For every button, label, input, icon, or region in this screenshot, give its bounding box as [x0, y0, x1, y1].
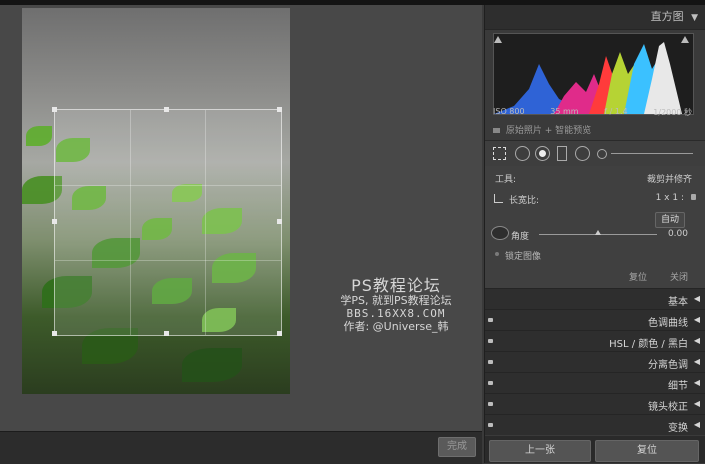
panel-switch-icon[interactable]	[488, 360, 493, 364]
histogram-title: 直方图	[650, 10, 684, 23]
collapse-triangle-icon[interactable]: ▼	[691, 13, 698, 23]
panel-switch-icon[interactable]	[488, 402, 493, 406]
expand-triangle-icon: ◀	[693, 336, 700, 345]
watermark-title: PS教程论坛	[351, 276, 441, 295]
expand-triangle-icon: ◀	[693, 420, 700, 429]
done-button[interactable]: 完成	[438, 437, 476, 457]
section-label: 变换	[668, 423, 688, 434]
tool-label: 工具:	[495, 175, 517, 185]
aspect-value[interactable]: 1 x 1 :	[656, 193, 684, 203]
aperture-value: f / 1.4	[604, 107, 628, 116]
panel-switch-icon[interactable]	[488, 381, 493, 385]
auto-straighten-button[interactable]: 自动	[655, 212, 685, 228]
crop-section: 工具: 裁剪并修齐 长宽比: 1 x 1 : 自动 角度 0.00 锁定图像 复…	[485, 166, 705, 288]
section-label: 基本	[668, 297, 688, 308]
crop-handle-right[interactable]	[277, 219, 282, 224]
image-canvas[interactable]: PS教程论坛 学PS, 就到PS教程论坛 BBS.16XX8.COM 作者: @…	[0, 5, 482, 431]
section-label: 色调曲线	[648, 318, 688, 329]
expand-triangle-icon: ◀	[693, 378, 700, 387]
bottom-toolbar: 完成	[0, 431, 482, 464]
lock-image-label: 锁定图像	[505, 252, 542, 262]
section-split-toning[interactable]: 分离色调 ◀	[485, 351, 705, 372]
aspect-crop-icon[interactable]	[494, 194, 503, 203]
graduated-filter-tool-icon[interactable]	[557, 146, 567, 161]
crop-handle-bottom[interactable]	[164, 331, 169, 336]
section-label: 分离色调	[648, 360, 688, 371]
angle-value: 0.00	[667, 229, 688, 239]
watermark-author: 作者: @Universe_韩	[343, 319, 449, 333]
spot-removal-tool-icon[interactable]	[515, 146, 530, 161]
section-label: 镜头校正	[648, 402, 688, 413]
section-detail[interactable]: 细节 ◀	[485, 372, 705, 393]
section-label: 细节	[668, 381, 688, 392]
expand-triangle-icon: ◀	[693, 315, 700, 324]
radial-filter-tool-icon[interactable]	[575, 146, 590, 161]
watermark: PS教程论坛 学PS, 就到PS教程论坛 BBS.16XX8.COM 作者: @…	[322, 276, 470, 333]
tool-value: 裁剪并修齐	[646, 175, 692, 185]
brush-size-slider[interactable]	[611, 153, 693, 154]
panel-switch-icon[interactable]	[488, 423, 493, 427]
tool-strip	[485, 140, 705, 167]
angle-slider-thumb[interactable]	[595, 230, 601, 235]
exif-info: ISO 800 35 mm f / 1.4 1/2000 秒	[493, 107, 692, 118]
expand-triangle-icon: ◀	[693, 294, 700, 303]
section-lens-corrections[interactable]: 镜头校正 ◀	[485, 393, 705, 414]
section-hsl[interactable]: HSL / 颜色 / 黑白 ◀	[485, 330, 705, 351]
crop-handle-top-left[interactable]	[52, 107, 57, 112]
angle-label: 角度	[511, 232, 530, 242]
histogram-header[interactable]: 直方图 ▼	[485, 5, 705, 30]
crop-handle-bottom-right[interactable]	[277, 331, 282, 336]
lock-icon[interactable]	[691, 194, 696, 200]
straighten-level-icon[interactable]	[491, 226, 509, 240]
red-eye-tool-icon[interactable]	[535, 146, 550, 161]
section-tone-curve[interactable]: 色调曲线 ◀	[485, 309, 705, 330]
expand-triangle-icon: ◀	[693, 357, 700, 366]
expand-triangle-icon: ◀	[693, 399, 700, 408]
crop-overlay[interactable]	[54, 109, 282, 336]
section-label: HSL / 颜色 / 黑白	[609, 339, 688, 350]
crop-handle-bottom-left[interactable]	[52, 331, 57, 336]
lock-image-checkbox[interactable]	[495, 252, 499, 256]
shutter-speed: 1/2000 秒	[653, 108, 692, 117]
crop-handle-top-right[interactable]	[277, 107, 282, 112]
section-basic[interactable]: 基本 ◀	[485, 288, 705, 309]
crop-overlay-tool-icon[interactable]	[493, 147, 506, 160]
panel-switch-icon[interactable]	[488, 318, 493, 322]
crop-close-button[interactable]: 关闭	[670, 270, 688, 283]
crop-handle-left[interactable]	[52, 219, 57, 224]
panel-bottom-bar: 上一张 复位	[485, 436, 705, 463]
develop-panel: 直方图 ▼ ISO 800 35 mm f / 1.4 1/2000 秒 原始照…	[484, 5, 705, 463]
watermark-url: BBS.16XX8.COM	[346, 307, 446, 321]
histogram-chart	[493, 33, 694, 115]
aspect-label: 长宽比:	[509, 196, 540, 206]
panel-switch-icon[interactable]	[488, 339, 493, 343]
previous-button[interactable]: 上一张	[489, 440, 591, 462]
crop-handle-top[interactable]	[164, 107, 169, 112]
reset-button[interactable]: 复位	[595, 440, 699, 462]
crop-reset-button[interactable]: 复位	[629, 270, 647, 283]
focal-length: 35 mm	[550, 107, 579, 116]
iso-value: ISO 800	[493, 107, 525, 116]
smart-preview-icon	[493, 128, 500, 133]
original-photo-label: 原始照片 + 智能预览	[493, 123, 591, 136]
adjustment-brush-icon[interactable]	[597, 149, 607, 159]
section-transform[interactable]: 变换 ◀	[485, 414, 705, 435]
